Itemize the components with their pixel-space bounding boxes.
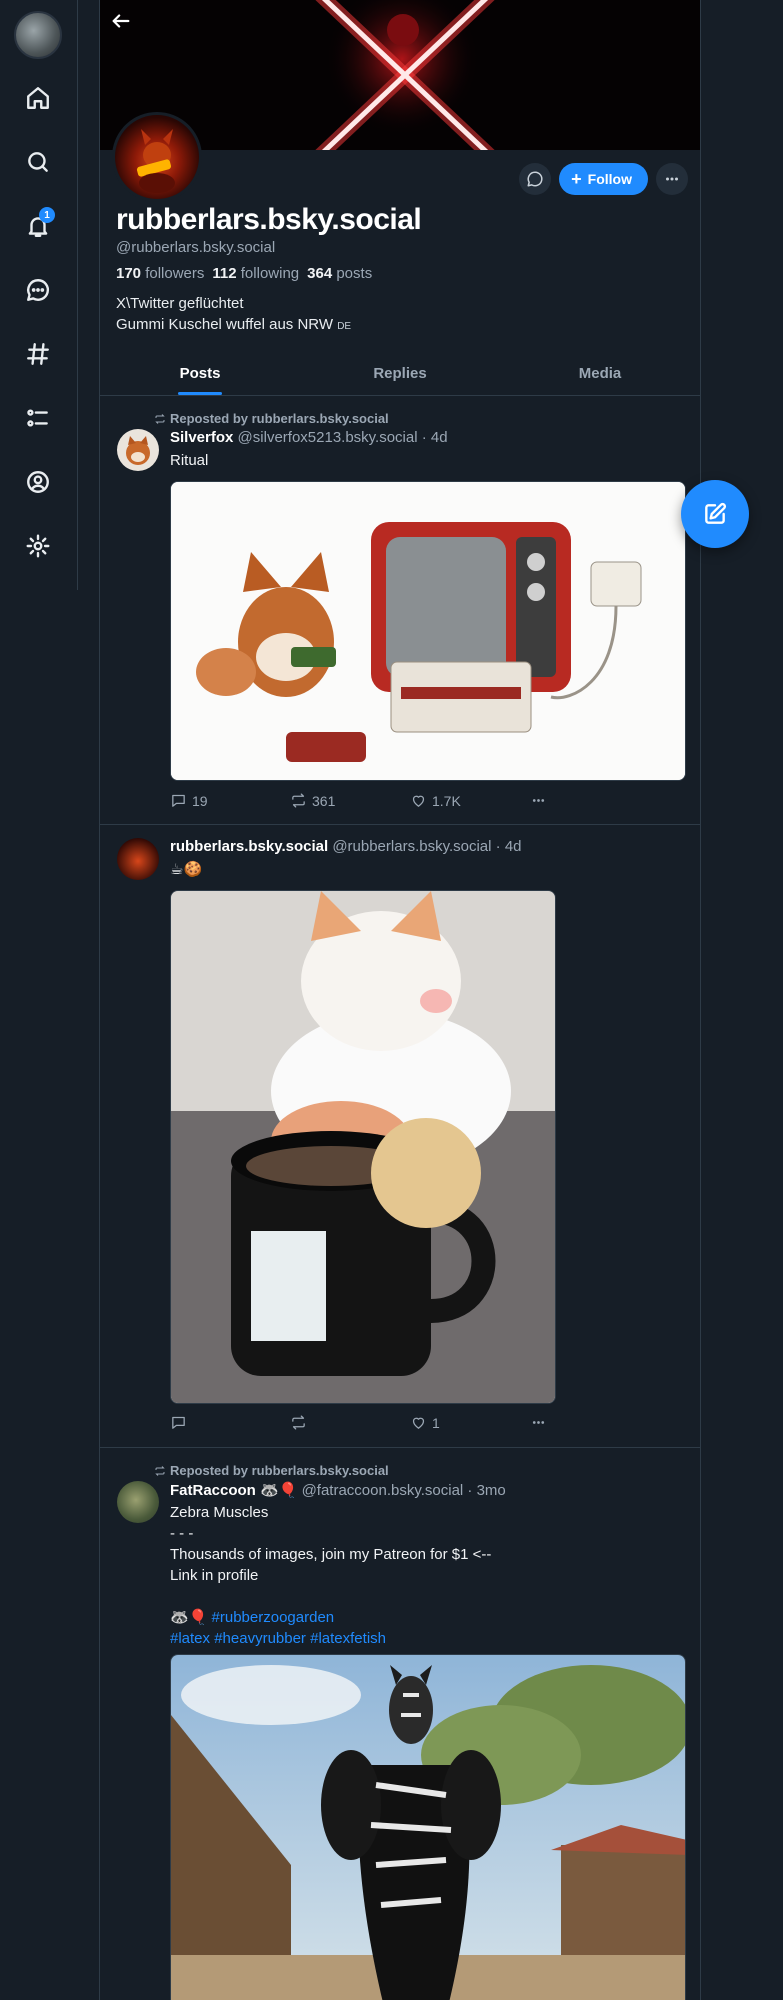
hashtag-link[interactable]: #heavyrubber — [214, 1630, 306, 1647]
heart-icon — [412, 1417, 425, 1429]
list-icon[interactable] — [18, 398, 58, 438]
repost-icon — [292, 1415, 305, 1430]
reply-button[interactable]: 19 — [170, 792, 230, 809]
repost-indicator: Reposted by rubberlars.bsky.social — [154, 411, 389, 426]
post-more-button[interactable] — [530, 1414, 590, 1431]
repost-button[interactable] — [290, 1414, 350, 1431]
reply-icon — [172, 794, 185, 807]
tab-replies[interactable]: Replies — [300, 352, 500, 395]
reply-button[interactable] — [170, 1414, 230, 1431]
post-image[interactable] — [170, 481, 686, 781]
column-border-right — [700, 0, 701, 2000]
tab-media[interactable]: Media — [500, 352, 700, 395]
chat-icon — [527, 171, 543, 187]
post-header: FatRaccoon 🦝🎈 @fatraccoon.bsky.social · … — [170, 1481, 506, 1499]
compose-icon — [705, 503, 726, 524]
reply-count: 19 — [192, 792, 208, 809]
post-header: Silverfox @silverfox5213.bsky.social · 4… — [170, 429, 448, 446]
tab-posts[interactable]: Posts — [100, 352, 300, 395]
like-button[interactable]: 1 — [410, 1414, 470, 1431]
post-image[interactable] — [170, 890, 556, 1404]
author-name[interactable]: FatRaccoon — [170, 1482, 256, 1499]
posts-stat: 364 posts — [307, 265, 373, 282]
repost-count: 361 — [312, 792, 336, 809]
profile-handle: @rubberlars.bsky.social — [116, 239, 276, 256]
feed-post[interactable]: Reposted by rubberlars.bsky.social Silve… — [100, 397, 700, 825]
following-stat[interactable]: 112 following — [212, 265, 299, 282]
author-name[interactable]: Silverfox — [170, 429, 233, 446]
more-horizontal-icon — [532, 1421, 545, 1424]
post-image[interactable] — [170, 1654, 686, 2000]
author-name[interactable]: rubberlars.bsky.social — [170, 838, 328, 855]
profile-stats: 170 followers 112 following 364 posts — [116, 265, 372, 282]
feed-post[interactable]: Reposted by rubberlars.bsky.social FatRa… — [100, 1449, 700, 2000]
post-text: Ritual — [170, 452, 209, 469]
repost-icon — [155, 1465, 165, 1476]
compose-button[interactable] — [681, 480, 749, 548]
followers-stat[interactable]: 170 followers — [116, 265, 204, 282]
profile-avatar[interactable] — [112, 112, 202, 202]
flag-de: DE — [337, 321, 352, 332]
reply-icon — [172, 1416, 185, 1429]
post-text: ☕🍪 — [170, 861, 203, 878]
hashtag-link[interactable]: #latex — [170, 1630, 210, 1647]
profile-bio: X\Twitter geflüchtet Gummi Kuschel wuffe… — [116, 293, 351, 337]
more-horizontal-icon — [666, 177, 678, 181]
author-handle[interactable]: @silverfox5213.bsky.social · 4d — [238, 429, 448, 446]
repost-indicator: Reposted by rubberlars.bsky.social — [154, 1463, 389, 1478]
profile-tabs: Posts Replies Media — [100, 352, 700, 396]
bio-line: Gummi Kuschel wuffel aus NRW DE — [116, 316, 352, 333]
avatar[interactable] — [117, 1481, 159, 1523]
bell-icon[interactable]: 1 — [18, 206, 58, 246]
more-horizontal-icon — [532, 799, 545, 802]
repost-icon — [155, 413, 165, 424]
message-button[interactable] — [519, 163, 552, 195]
gear-icon[interactable] — [18, 526, 58, 566]
hashtag-link[interactable]: #rubberzoogarden — [212, 1609, 335, 1626]
author-emoji: 🦝🎈 — [260, 1482, 298, 1499]
like-count: 1.7K — [432, 792, 461, 809]
post-actions: 19 361 1.7K — [170, 792, 590, 809]
author-handle[interactable]: @fatraccoon.bsky.social · 3mo — [302, 1482, 506, 1499]
author-handle[interactable]: @rubberlars.bsky.social · 4d — [332, 838, 521, 855]
more-options-button[interactable] — [656, 163, 688, 195]
hashtag-icon[interactable] — [18, 334, 58, 374]
follow-label: Follow — [587, 171, 632, 187]
like-button[interactable]: 1.7K — [410, 792, 470, 809]
post-actions: 1 — [170, 1414, 590, 1431]
post-text: Zebra Muscles - - - Thousands of images,… — [170, 1504, 492, 1647]
plus-icon: + — [571, 169, 582, 189]
profile-display-name: rubberlars.bsky.social — [116, 203, 422, 236]
current-user-avatar[interactable] — [14, 11, 62, 59]
arrow-left-icon — [112, 14, 130, 28]
post-header: rubberlars.bsky.social @rubberlars.bsky.… — [170, 838, 522, 855]
follow-button[interactable]: + Follow — [559, 163, 648, 195]
repost-icon — [292, 793, 305, 808]
like-count: 1 — [432, 1414, 440, 1431]
home-icon[interactable] — [18, 78, 58, 118]
nav-divider — [77, 0, 78, 590]
profile-actions: + Follow — [519, 163, 688, 195]
bio-line: X\Twitter geflüchtet — [116, 295, 244, 312]
chat-icon[interactable] — [18, 270, 58, 310]
repost-button[interactable]: 361 — [290, 792, 350, 809]
notification-badge: 1 — [39, 207, 55, 223]
avatar[interactable] — [117, 838, 159, 880]
left-nav: 1 — [0, 0, 78, 600]
profile-icon[interactable] — [18, 462, 58, 502]
heart-icon — [412, 795, 425, 807]
avatar[interactable] — [117, 429, 159, 471]
back-button[interactable] — [110, 10, 140, 40]
search-icon[interactable] — [18, 142, 58, 182]
feed-post[interactable]: rubberlars.bsky.social @rubberlars.bsky.… — [100, 826, 700, 1448]
post-more-button[interactable] — [530, 792, 590, 809]
hashtag-link[interactable]: #latexfetish — [310, 1630, 386, 1647]
